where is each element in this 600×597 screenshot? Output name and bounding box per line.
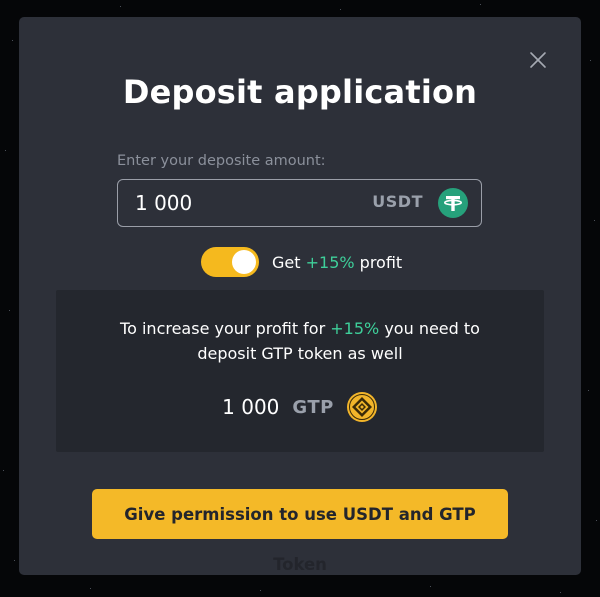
info-line1-suffix: you need to xyxy=(384,319,480,338)
usdt-tether-icon xyxy=(438,188,468,218)
gtp-amount-row: 1 000 GTP xyxy=(56,391,544,423)
gtp-amount: 1 000 xyxy=(222,395,280,419)
toggle-suffix: profit xyxy=(359,252,403,272)
gtp-info-text: To increase your profit for +15% you nee… xyxy=(56,316,544,366)
info-line1-bonus: +15% xyxy=(330,319,380,338)
profit-toggle[interactable] xyxy=(201,247,259,277)
gtp-currency-label: GTP xyxy=(292,396,334,418)
deposit-dialog: Deposit application Enter your deposite … xyxy=(19,17,581,575)
give-permission-button[interactable]: Give permission to use USDT and GTP Toke… xyxy=(92,489,508,574)
profit-toggle-row: Get +15% profit xyxy=(201,247,402,277)
info-line1-prefix: To increase your profit for xyxy=(120,319,326,338)
gtp-token-icon xyxy=(346,392,377,422)
toggle-prefix: Get xyxy=(272,252,301,272)
close-button[interactable] xyxy=(529,51,547,69)
close-icon xyxy=(530,52,546,68)
amount-label: Enter your deposite amount: xyxy=(117,153,326,169)
amount-input[interactable] xyxy=(135,180,355,225)
info-line2: deposit GTP token as well xyxy=(197,344,403,363)
amount-currency-label: USDT xyxy=(372,192,423,211)
dialog-title: Deposit application xyxy=(122,73,478,111)
toggle-knob xyxy=(232,250,256,274)
gtp-info-panel: To increase your profit for +15% you nee… xyxy=(56,290,544,452)
amount-field[interactable]: USDT xyxy=(117,179,482,227)
toggle-bonus: +15% xyxy=(305,252,355,272)
profit-toggle-label: Get +15% profit xyxy=(272,253,402,272)
